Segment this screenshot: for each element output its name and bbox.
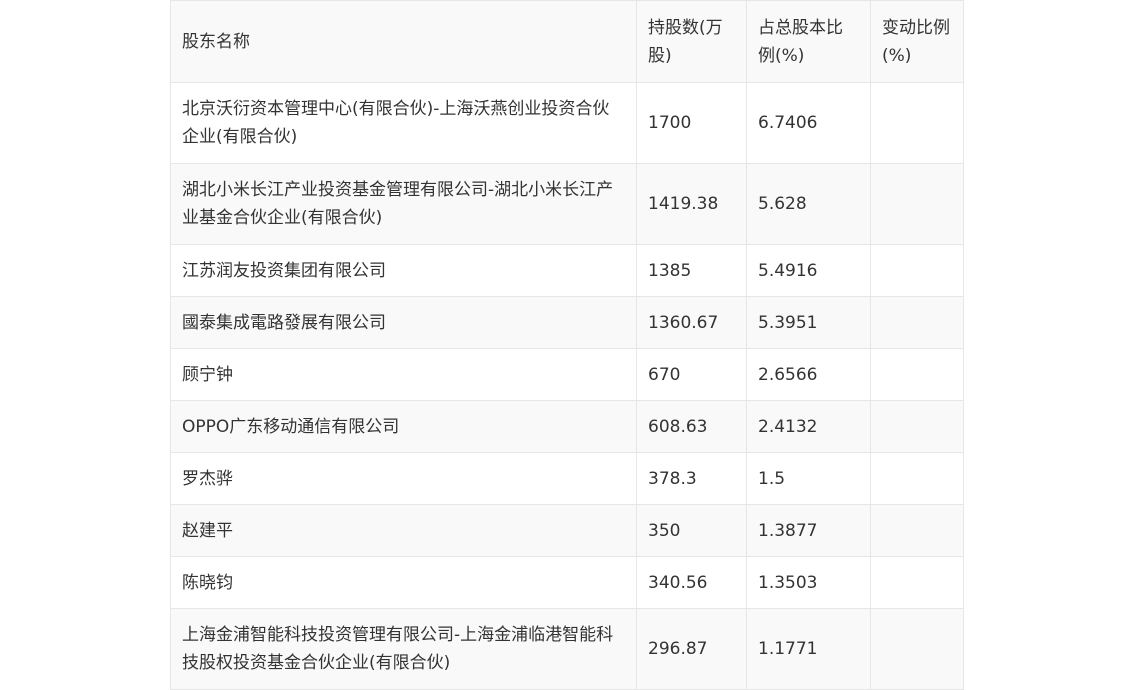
cell-name: 江苏润友投资集团有限公司 (170, 244, 637, 297)
cell-change (870, 452, 964, 505)
cell-change (870, 82, 964, 164)
cell-change (870, 163, 964, 245)
cell-shares: 608.63 (636, 400, 747, 453)
cell-name: 赵建平 (170, 504, 637, 557)
table-row: 顾宁钟 670 2.6566 (170, 348, 964, 401)
table-header-row: 股东名称 持股数(万股) 占总股本比例(%) 变动比例(%) (170, 0, 964, 83)
cell-change (870, 400, 964, 453)
cell-ratio: 6.7406 (746, 82, 871, 164)
cell-ratio: 1.1771 (746, 608, 871, 690)
cell-shares: 340.56 (636, 556, 747, 609)
cell-name: 上海金浦智能科技投资管理有限公司-上海金浦临港智能科技股权投资基金合伙企业(有限… (170, 608, 637, 690)
table-row: 北京沃衍资本管理中心(有限合伙)-上海沃燕创业投资合伙企业(有限合伙) 1700… (170, 82, 964, 164)
cell-ratio: 5.3951 (746, 296, 871, 349)
cell-ratio: 5.4916 (746, 244, 871, 297)
cell-shares: 296.87 (636, 608, 747, 690)
cell-ratio: 1.3877 (746, 504, 871, 557)
cell-name: 北京沃衍资本管理中心(有限合伙)-上海沃燕创业投资合伙企业(有限合伙) (170, 82, 637, 164)
header-change-ratio: 变动比例(%) (870, 0, 964, 83)
cell-shares: 1360.67 (636, 296, 747, 349)
cell-shares: 1385 (636, 244, 747, 297)
cell-name: 國泰集成電路發展有限公司 (170, 296, 637, 349)
header-shares: 持股数(万股) (636, 0, 747, 83)
header-share-ratio: 占总股本比例(%) (746, 0, 871, 83)
table-row: 罗杰骅 378.3 1.5 (170, 452, 964, 505)
cell-change (870, 244, 964, 297)
cell-name: 顾宁钟 (170, 348, 637, 401)
cell-name: 陈晓钧 (170, 556, 637, 609)
table-row: 國泰集成電路發展有限公司 1360.67 5.3951 (170, 296, 964, 349)
cell-change (870, 556, 964, 609)
cell-change (870, 296, 964, 349)
cell-shares: 670 (636, 348, 747, 401)
cell-name: 罗杰骅 (170, 452, 637, 505)
table-row: 赵建平 350 1.3877 (170, 504, 964, 557)
table-row: 上海金浦智能科技投资管理有限公司-上海金浦临港智能科技股权投资基金合伙企业(有限… (170, 608, 964, 690)
shareholders-table: 股东名称 持股数(万股) 占总股本比例(%) 变动比例(%) 北京沃衍资本管理中… (170, 0, 964, 690)
cell-shares: 1419.38 (636, 163, 747, 245)
cell-shares: 350 (636, 504, 747, 557)
cell-ratio: 1.3503 (746, 556, 871, 609)
cell-shares: 1700 (636, 82, 747, 164)
table-row: 陈晓钧 340.56 1.3503 (170, 556, 964, 609)
header-shareholder-name: 股东名称 (170, 0, 637, 83)
table-row: OPPO广东移动通信有限公司 608.63 2.4132 (170, 400, 964, 453)
cell-change (870, 504, 964, 557)
cell-shares: 378.3 (636, 452, 747, 505)
cell-name: OPPO广东移动通信有限公司 (170, 400, 637, 453)
cell-ratio: 2.4132 (746, 400, 871, 453)
cell-ratio: 5.628 (746, 163, 871, 245)
cell-ratio: 2.6566 (746, 348, 871, 401)
cell-change (870, 608, 964, 690)
table-row: 湖北小米长江产业投资基金管理有限公司-湖北小米长江产业基金合伙企业(有限合伙) … (170, 163, 964, 245)
cell-name: 湖北小米长江产业投资基金管理有限公司-湖北小米长江产业基金合伙企业(有限合伙) (170, 163, 637, 245)
cell-change (870, 348, 964, 401)
table-row: 江苏润友投资集团有限公司 1385 5.4916 (170, 244, 964, 297)
cell-ratio: 1.5 (746, 452, 871, 505)
